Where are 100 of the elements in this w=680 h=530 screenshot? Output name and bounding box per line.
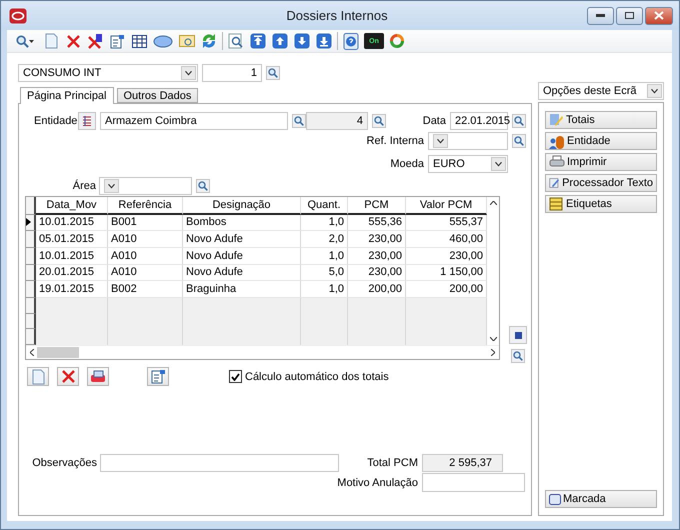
row-header[interactable] [26, 231, 36, 248]
options-dropdown[interactable]: Opções deste Ecrã [538, 82, 664, 100]
scroll-thumb[interactable] [37, 347, 79, 358]
maximize-button[interactable] [616, 6, 643, 24]
table-button[interactable] [130, 32, 148, 50]
first-icon [250, 33, 266, 49]
labels-icon [549, 197, 564, 211]
field-label: Área [72, 180, 96, 192]
option-button[interactable]: Totais [545, 111, 657, 129]
eraser-icon [90, 370, 106, 383]
delete-row-button[interactable] [57, 367, 79, 386]
row-header[interactable] [26, 214, 36, 232]
row-header[interactable] [26, 264, 36, 282]
entity-name-field[interactable]: Armazem Coimbra [100, 112, 288, 130]
search-button[interactable] [512, 114, 526, 128]
envelope-icon [179, 35, 195, 47]
search-button[interactable] [266, 66, 280, 80]
eraser-icon [153, 34, 173, 48]
pencil-icon [549, 176, 560, 190]
search-icon [268, 68, 278, 78]
window-title: Dossiers Internos [285, 8, 389, 23]
caret-icon [491, 157, 506, 171]
entity-list-button[interactable] [78, 112, 96, 130]
properties-button[interactable] [147, 367, 169, 386]
notes-field[interactable] [100, 454, 339, 472]
search-button[interactable] [512, 134, 526, 148]
maximize-icon [625, 12, 634, 19]
last-icon [316, 33, 332, 49]
vertical-scrollbar[interactable] [487, 197, 499, 345]
caret-icon [29, 40, 34, 42]
search-icon [514, 116, 524, 126]
delete-button[interactable] [64, 32, 82, 50]
sync-button[interactable] [388, 32, 406, 50]
properties-icon [110, 34, 124, 48]
cancel-button[interactable] [86, 32, 104, 50]
document-type-dropdown[interactable]: CONSUMO INT [18, 64, 198, 82]
option-button[interactable]: Entidade [545, 132, 657, 150]
entity-code-field[interactable]: 4 [306, 112, 368, 130]
horizontal-scrollbar[interactable] [26, 345, 499, 359]
cancel-icon [88, 34, 102, 48]
row-header[interactable] [26, 281, 36, 298]
erase-button[interactable] [87, 367, 109, 386]
field-label: Motivo Anulação [336, 476, 418, 488]
auto-totals-checkbox[interactable]: Cálculo automático dos totais [229, 370, 389, 383]
date-field[interactable]: 22.01.2015 [450, 112, 508, 130]
row-header[interactable] [26, 248, 36, 265]
option-button[interactable]: Imprimir [545, 153, 657, 171]
properties-icon [150, 369, 166, 384]
total-field: 2 595,37 [422, 454, 503, 472]
refresh-button[interactable] [200, 32, 218, 50]
preview-icon [228, 33, 244, 49]
search-icon [294, 116, 304, 126]
help-button[interactable] [342, 32, 360, 50]
search-button[interactable] [196, 179, 210, 193]
last-button[interactable] [315, 32, 333, 50]
preview-button[interactable] [227, 32, 245, 50]
scroll-left-icon [30, 349, 34, 356]
add-row-button[interactable] [27, 367, 49, 386]
search-button[interactable] [511, 349, 525, 363]
checkmark-icon [231, 372, 240, 380]
marked-button[interactable]: Marcada [545, 490, 657, 508]
option-button[interactable]: Etiquetas [545, 195, 657, 213]
option-button[interactable]: Processador Texto [545, 174, 657, 192]
previous-button[interactable] [271, 32, 289, 50]
help-icon [343, 32, 359, 50]
people-icon [549, 134, 565, 148]
tab[interactable]: Outros Dados [116, 88, 198, 103]
cancel-reason-field[interactable] [422, 473, 525, 492]
document-icon [44, 33, 58, 49]
search-button[interactable] [372, 114, 386, 128]
field-label: Total PCM [366, 457, 418, 469]
number-field[interactable]: 1 [202, 64, 262, 82]
app-logo-icon [9, 8, 27, 24]
search-icon [513, 351, 523, 361]
caret-icon [433, 134, 448, 148]
minimize-button[interactable] [587, 6, 614, 24]
column-header: Designação [183, 197, 301, 215]
scroll-up-icon [490, 201, 496, 205]
caret-icon [647, 84, 662, 98]
first-button[interactable] [249, 32, 267, 50]
document-icon [32, 368, 44, 384]
close-icon [654, 11, 664, 20]
delete-icon [62, 370, 74, 383]
field-label: Data [422, 115, 446, 127]
close-button[interactable] [645, 6, 673, 24]
tab[interactable]: Página Principal [20, 87, 114, 104]
mail-button[interactable] [178, 32, 196, 50]
currency-dropdown[interactable]: EURO [428, 155, 508, 173]
minimize-icon [596, 14, 605, 17]
search-button[interactable] [292, 114, 306, 128]
search-icon [514, 136, 524, 146]
square-icon [549, 494, 561, 504]
printer-icon [549, 155, 565, 169]
column-header: Quant. [301, 197, 348, 215]
field-label: Moeda [389, 158, 424, 170]
column-header: Data_Mov [36, 197, 108, 215]
properties-button[interactable] [108, 32, 126, 50]
columns-button[interactable] [509, 326, 527, 344]
next-button[interactable] [293, 32, 311, 50]
notes-icon [549, 113, 564, 127]
